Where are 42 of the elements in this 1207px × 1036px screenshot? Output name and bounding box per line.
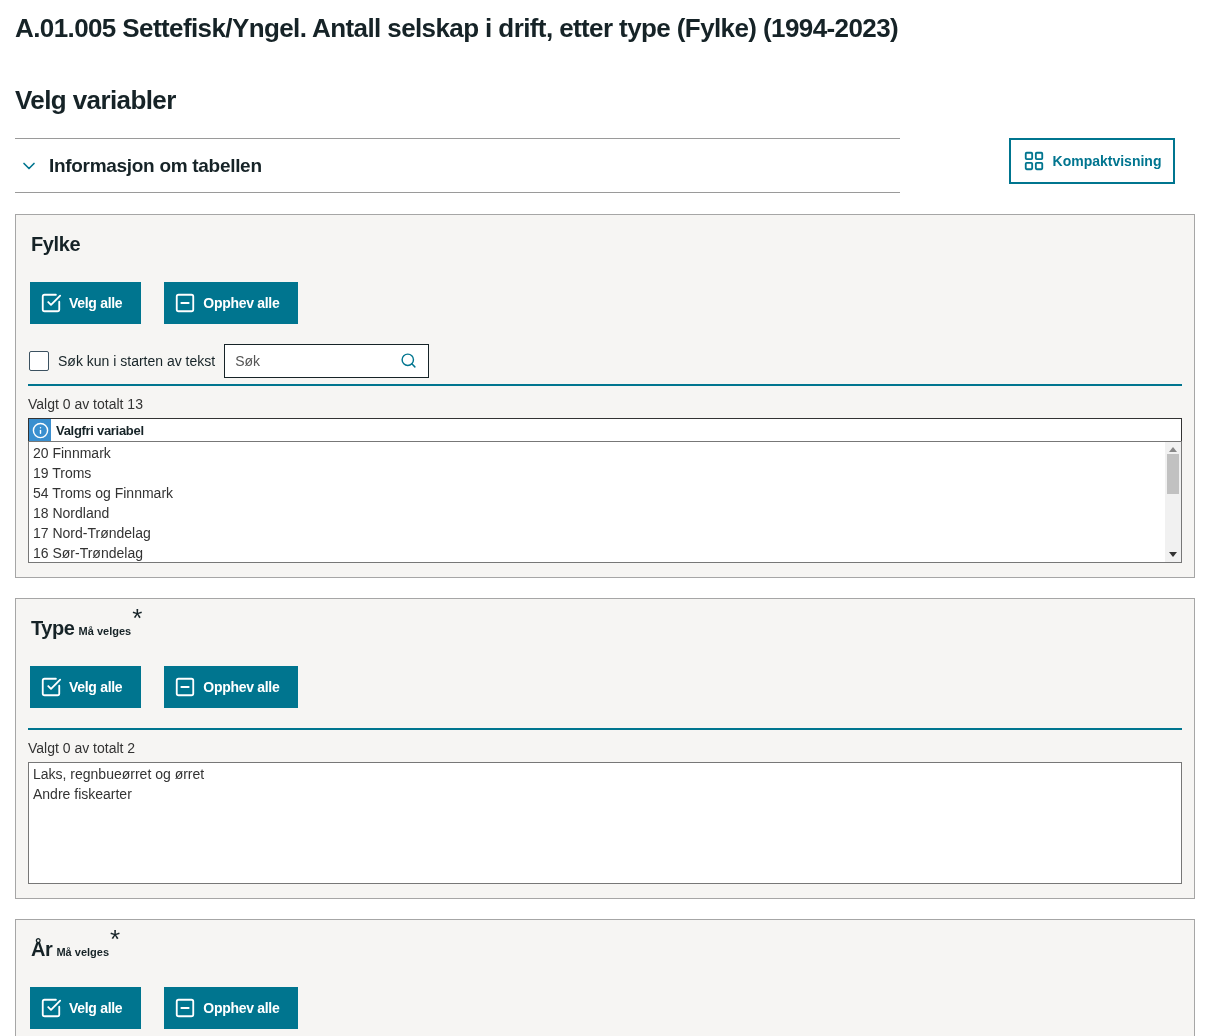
required-label: Må velges	[56, 946, 110, 958]
option-list[interactable]: 20 Finnmark 19 Troms 54 Troms og Finnmark 18 Nordland 17 Nord-Trøndelag 16 Sør-Trøndelag	[28, 441, 1182, 563]
deselect-all-button[interactable]: Opphev alle	[164, 282, 299, 324]
checked-box-icon	[40, 997, 62, 1019]
search-field[interactable]: Søk	[224, 344, 430, 378]
deselect-all-button[interactable]: Opphev alle	[164, 666, 299, 708]
scroll-up-icon	[1169, 447, 1177, 452]
selection-count: Valgt 0 av totalt 13	[28, 396, 144, 412]
list-option[interactable]: 20 Finnmark	[33, 443, 1161, 463]
minus-box-icon	[174, 292, 197, 314]
required-label: Må velges	[78, 625, 132, 637]
compact-view-button[interactable]: Kompaktvisning	[1009, 138, 1175, 184]
list-option[interactable]: 54 Troms og Finnmark	[33, 483, 1161, 503]
page-title: A.01.005 Settefisk/Yngel. Antall selskap i drift, etter type (Fylke) (1994-2023)	[15, 12, 900, 45]
select-all-button[interactable]: Velg alle	[30, 666, 142, 708]
scrollbar[interactable]	[1165, 442, 1181, 562]
minus-box-icon	[174, 676, 197, 698]
list-option[interactable]: 16 Sør-Trøndelag	[33, 543, 1161, 562]
deselect-all-button[interactable]: Opphev alle	[164, 987, 299, 1029]
panel-title: Type	[31, 617, 75, 640]
list-header-label: Valgfri variabel	[56, 422, 144, 438]
select-all-button[interactable]: Velg alle	[30, 282, 142, 324]
checked-box-icon	[40, 676, 62, 698]
checked-box-icon	[40, 292, 62, 314]
list-option[interactable]: 19 Troms	[33, 463, 1161, 483]
panel-title: Fylke	[31, 233, 81, 256]
search-icon	[400, 352, 418, 369]
checkbox-label: Søk kun i starten av tekst	[58, 353, 216, 369]
list-option[interactable]: 17 Nord-Trøndelag	[33, 523, 1161, 543]
list-option[interactable]: Laks, regnbueørret og ørret	[33, 764, 1177, 784]
panel-title: År	[31, 938, 53, 961]
option-list[interactable]: Laks, regnbueørret og ørret Andre fiskearter	[28, 762, 1182, 884]
minus-box-icon	[174, 997, 197, 1019]
select-all-button[interactable]: Velg alle	[30, 987, 142, 1029]
list-option[interactable]: 18 Nordland	[33, 503, 1161, 523]
section-heading: Velg variabler	[15, 84, 177, 116]
grid-icon	[1022, 150, 1045, 172]
scroll-down-icon	[1169, 552, 1177, 557]
selection-count: Valgt 0 av totalt 2	[28, 740, 137, 756]
list-option[interactable]: Andre fiskearter	[33, 784, 1177, 804]
info-accordion[interactable]: Informasjon om tabellen	[15, 138, 900, 193]
checkbox[interactable]	[29, 351, 49, 371]
